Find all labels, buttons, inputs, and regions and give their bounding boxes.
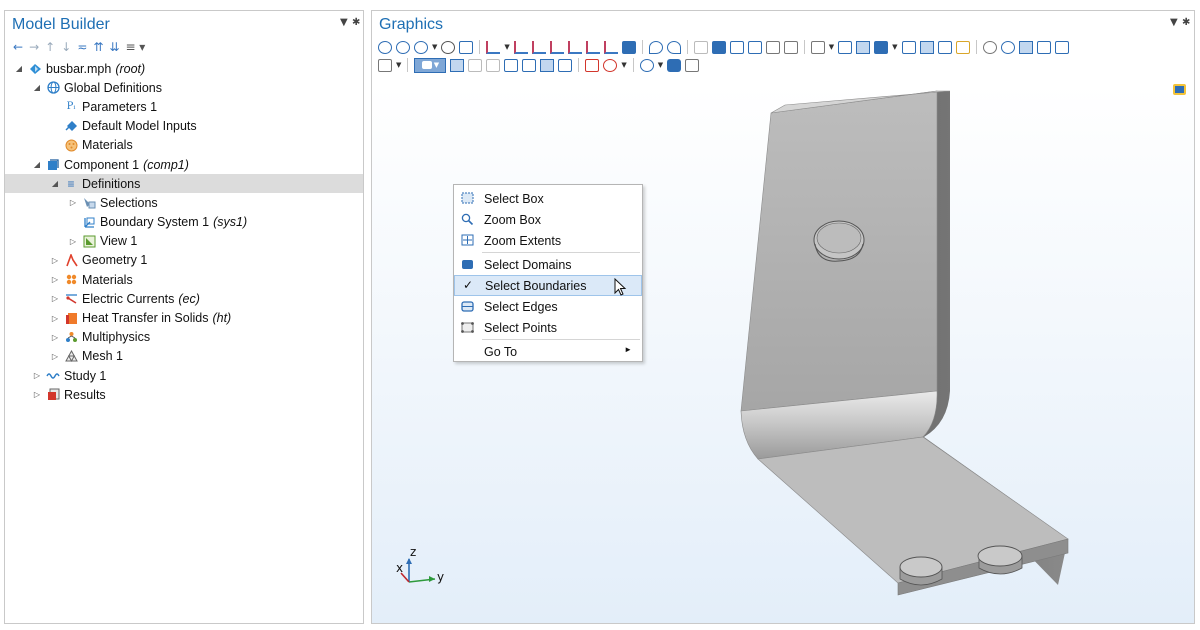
materials-icon xyxy=(64,139,78,152)
show-more-icon[interactable]: ≂ xyxy=(77,40,87,54)
model-builder-header: Model Builder ▼ ✱ xyxy=(5,11,363,37)
select-edges-icon xyxy=(461,300,474,312)
collapse-arrow-icon[interactable]: ◢ xyxy=(31,83,43,92)
tree-node-mesh[interactable]: ▷ Mesh 1 xyxy=(5,347,363,366)
zoom-box-icon xyxy=(461,213,474,226)
mesh-icon xyxy=(64,350,78,363)
menu-item-go-to[interactable]: Go To ► xyxy=(454,341,642,362)
axis-label-z: z xyxy=(410,545,417,559)
zoom-extents-icon xyxy=(461,234,474,246)
tree-node-parameters[interactable]: Pᵢ Parameters 1 xyxy=(5,97,363,116)
menu-item-select-edges[interactable]: Select Edges xyxy=(454,296,642,317)
arrow-right-icon[interactable]: → xyxy=(29,40,39,54)
selection-context-menu: Select Box Zoom Box Zoom Extents Select … xyxy=(453,184,643,362)
geometry-icon xyxy=(64,253,78,267)
expand-icon[interactable]: ⇈ xyxy=(93,40,103,54)
list-dropdown-icon[interactable]: ≡ ▾ xyxy=(125,40,145,54)
materials-icon xyxy=(64,273,78,286)
pin-icon[interactable]: ✱ xyxy=(352,17,360,28)
heat-transfer-icon xyxy=(64,312,78,325)
component-icon xyxy=(46,158,60,171)
tree-node-electric-currents[interactable]: ▷ Electric Currents (ec) xyxy=(5,289,363,308)
collapse-arrow-icon[interactable]: ◢ xyxy=(49,179,61,188)
select-box-icon xyxy=(461,192,474,204)
expand-arrow-icon[interactable]: ▷ xyxy=(49,333,61,342)
select-points-icon xyxy=(461,321,474,333)
tree-node-root[interactable]: ◢ busbar.mph (root) xyxy=(5,59,363,78)
model-inputs-icon xyxy=(64,120,78,133)
menu-item-select-box[interactable]: Select Box xyxy=(454,188,642,209)
expand-arrow-icon[interactable]: ▷ xyxy=(49,256,61,265)
tree-node-view[interactable]: ▷ View 1 xyxy=(5,232,363,251)
arrow-left-icon[interactable]: ← xyxy=(13,40,23,54)
tree-node-boundary-system[interactable]: Boundary System 1 (sys1) xyxy=(5,213,363,232)
mouse-cursor-icon xyxy=(614,278,627,296)
expand-arrow-icon[interactable]: ▷ xyxy=(67,237,79,246)
tree-node-selections[interactable]: ▷ Selections xyxy=(5,193,363,212)
multiphysics-icon xyxy=(64,331,78,344)
select-domains-icon xyxy=(461,258,474,270)
parameters-icon: Pᵢ xyxy=(66,101,76,113)
menu-item-select-domains[interactable]: Select Domains xyxy=(454,254,642,275)
model-builder-panel: Model Builder ▼ ✱ ← → ↑ ↓ ≂ ⇈ ⇊ ≡ ▾ ◢ bu… xyxy=(4,10,364,624)
expand-arrow-icon[interactable]: ▷ xyxy=(49,314,61,323)
collapse-arrow-icon[interactable]: ◢ xyxy=(31,160,43,169)
view-icon xyxy=(82,235,96,248)
definitions-icon: ≡ xyxy=(67,176,75,191)
model-builder-title: Model Builder xyxy=(12,16,110,33)
tree-node-multiphysics[interactable]: ▷ Multiphysics xyxy=(5,328,363,347)
globe-icon xyxy=(46,81,60,94)
menu-item-zoom-extents[interactable]: Zoom Extents xyxy=(454,230,642,251)
tree-node-results[interactable]: ▷ Results xyxy=(5,385,363,404)
arrow-up-icon[interactable]: ↑ xyxy=(45,40,55,54)
model-root-icon xyxy=(28,62,42,75)
tree-node-materials[interactable]: ▷ Materials xyxy=(5,270,363,289)
tree-node-geometry[interactable]: ▷ Geometry 1 xyxy=(5,251,363,270)
tree-node-global-definitions[interactable]: ◢ Global Definitions xyxy=(5,78,363,97)
boundary-system-icon xyxy=(82,216,96,229)
panel-menu-dropdown-icon[interactable]: ▼ xyxy=(340,17,348,28)
expand-arrow-icon[interactable]: ▷ xyxy=(49,352,61,361)
checkmark-icon: ✓ xyxy=(463,278,474,292)
selections-icon xyxy=(82,196,96,209)
study-icon xyxy=(46,369,60,382)
model-tree: ◢ busbar.mph (root) ◢ Global Definitions… xyxy=(5,59,363,404)
tree-node-study[interactable]: ▷ Study 1 xyxy=(5,366,363,385)
expand-arrow-icon[interactable]: ▷ xyxy=(31,390,43,399)
submenu-arrow-icon: ► xyxy=(624,345,632,354)
axis-label-y: y xyxy=(437,570,445,584)
menu-item-select-points[interactable]: Select Points xyxy=(454,317,642,338)
expand-arrow-icon[interactable]: ▷ xyxy=(31,371,43,380)
collapse-arrow-icon[interactable]: ◢ xyxy=(13,64,25,73)
expand-arrow-icon[interactable]: ▷ xyxy=(49,294,61,303)
expand-arrow-icon[interactable]: ▷ xyxy=(49,275,61,284)
axis-label-x: x xyxy=(396,561,404,575)
menu-item-zoom-box[interactable]: Zoom Box xyxy=(454,209,642,230)
tree-node-definitions[interactable]: ◢ ≡ Definitions xyxy=(5,174,363,194)
tree-node-heat-transfer[interactable]: ▷ Heat Transfer in Solids (ht) xyxy=(5,308,363,327)
expand-arrow-icon[interactable]: ▷ xyxy=(67,198,79,207)
results-icon xyxy=(46,388,60,401)
tree-node-global-materials[interactable]: Materials xyxy=(5,136,363,155)
model-builder-toolbar: ← → ↑ ↓ ≂ ⇈ ⇊ ≡ ▾ xyxy=(5,37,363,57)
tree-node-component[interactable]: ◢ Component 1 (comp1) xyxy=(5,155,363,174)
tree-node-default-model-inputs[interactable]: Default Model Inputs xyxy=(5,117,363,136)
electric-currents-icon xyxy=(64,292,78,305)
collapse-icon[interactable]: ⇊ xyxy=(109,40,119,54)
arrow-down-icon[interactable]: ↓ xyxy=(61,40,71,54)
